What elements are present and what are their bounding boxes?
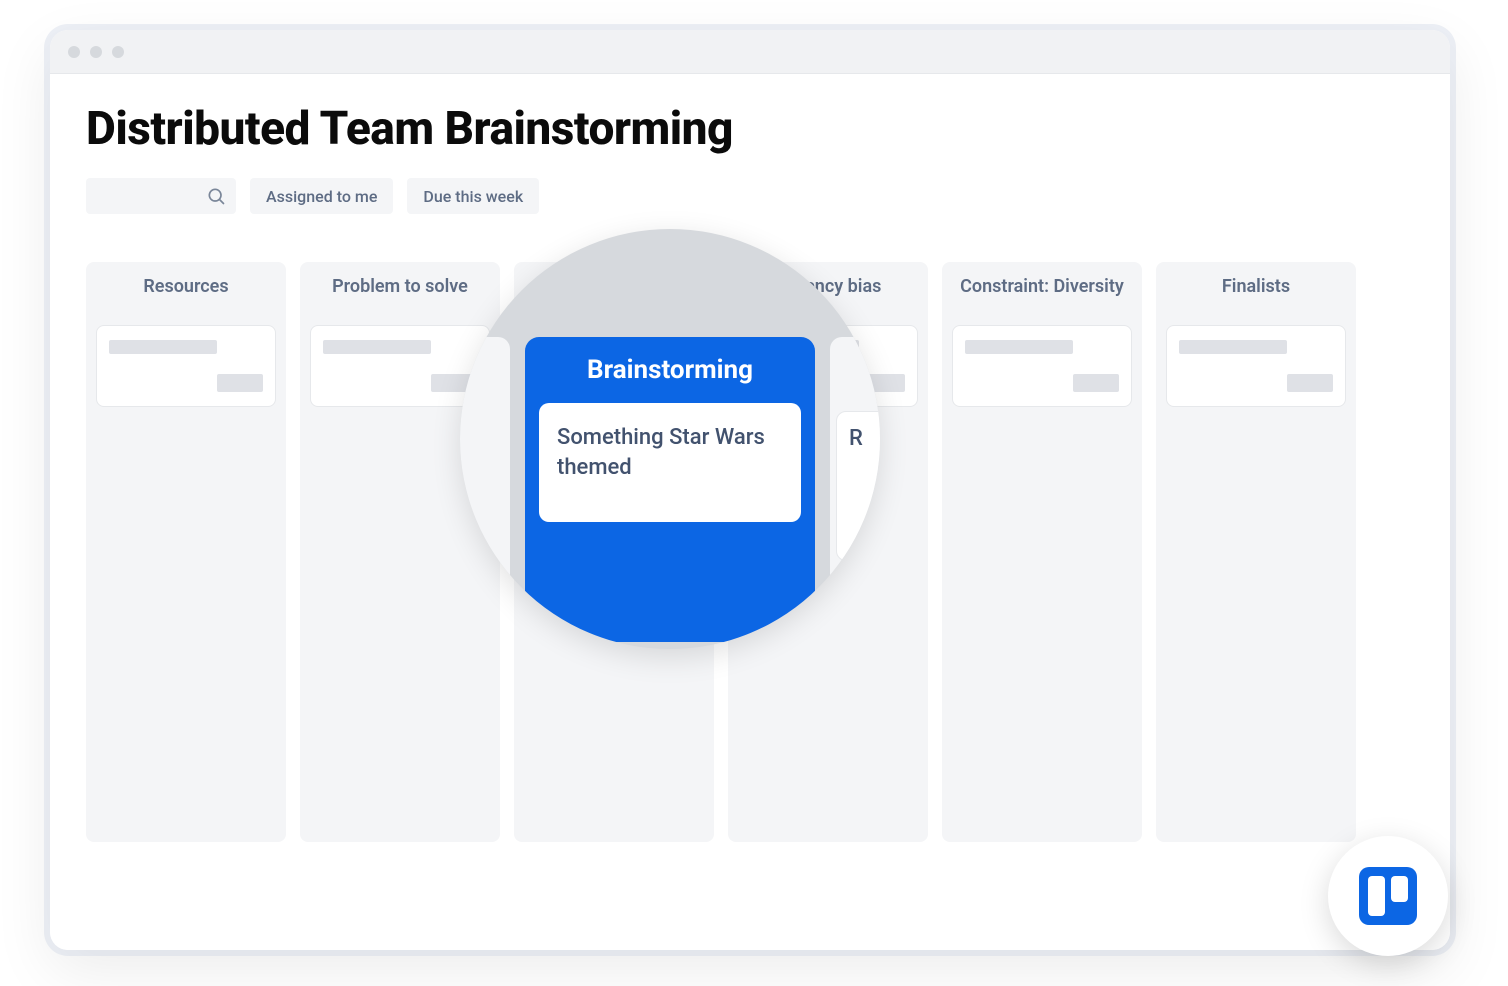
column-title: Resources [96,276,276,297]
placeholder-tag [1073,374,1119,392]
column-title: Constraint: Diversity [952,276,1132,297]
card-placeholder[interactable] [952,325,1132,407]
column-finalists[interactable]: Finalists [1156,262,1356,842]
placeholder-tag [217,374,263,392]
search-input[interactable] [86,178,236,214]
window-dot-max[interactable] [112,46,124,58]
filter-due[interactable]: Due this week [407,178,539,214]
magnifier-card[interactable]: Something Star Wars themed [539,403,801,522]
placeholder-line [109,340,217,354]
placeholder-line [965,340,1073,354]
placeholder-line [323,340,431,354]
magnifier-focus-column[interactable]: Brainstorming Something Star Wars themed [525,337,815,642]
magnifier-peek-card[interactable]: R [836,411,880,561]
placeholder-line [1179,340,1287,354]
column-resources[interactable]: Resources [86,262,286,842]
window-dot-min[interactable] [90,46,102,58]
board-title: Distributed Team Brainstorming [86,102,1414,156]
filter-assigned[interactable]: Assigned to me [250,178,393,214]
column-title: Problem to solve [310,276,490,297]
trello-icon [1359,867,1417,925]
app-badge[interactable] [1328,836,1448,956]
card-placeholder[interactable] [1166,325,1346,407]
card-placeholder[interactable] [96,325,276,407]
window-dot-close[interactable] [68,46,80,58]
column-diversity[interactable]: Constraint: Diversity [942,262,1142,842]
placeholder-tag [1287,374,1333,392]
magnifier-column-title: Brainstorming [539,355,801,385]
column-title: Finalists [1166,276,1346,297]
window-chrome [50,30,1450,74]
filter-bar: Assigned to me Due this week [86,178,1414,214]
browser-window: Distributed Team Brainstorming Assigned … [50,30,1450,950]
board-area: Distributed Team Brainstorming Assigned … [50,74,1450,950]
magnifier-lens: R Brainstorming Something Star Wars them… [460,229,880,649]
magnifier-adjacent-left [460,337,510,617]
search-icon [206,186,226,206]
magnifier-adjacent-right: R [830,337,880,617]
